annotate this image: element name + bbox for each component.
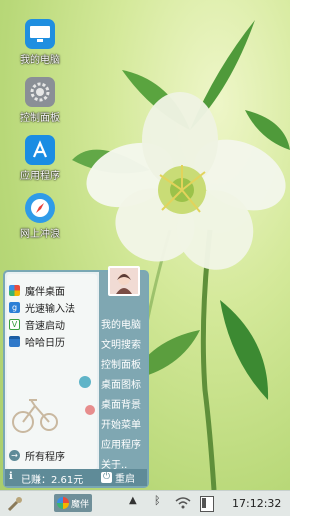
- shortcut-start-menu[interactable]: 开始菜单: [101, 416, 147, 431]
- compass-icon: [25, 193, 55, 223]
- restart-label: 重启: [115, 474, 135, 485]
- monitor-icon: [25, 19, 55, 49]
- calendar-icon: [9, 335, 20, 347]
- desktop-icon-my-computer[interactable]: 我的电脑: [12, 19, 68, 66]
- gear-icon: [25, 77, 55, 107]
- app-item-label: 魔伴桌面: [25, 286, 65, 298]
- arrow-right-icon: →: [9, 449, 20, 461]
- bluetooth-icon[interactable]: ᛒ: [154, 494, 161, 507]
- avatar[interactable]: [108, 266, 140, 296]
- desktop-icon-label: 网上冲浪: [20, 229, 60, 240]
- shortcut-applications[interactable]: 应用程序: [101, 436, 147, 451]
- bicycle-decoration-icon: [12, 399, 58, 433]
- restart-button[interactable]: ⏻ 重启: [101, 470, 135, 485]
- pinwheel-icon: [9, 284, 20, 296]
- info-icon: ℹ: [9, 471, 13, 482]
- desktop-icon-browser[interactable]: 网上冲浪: [12, 193, 68, 240]
- balloons-decoration-icon: [79, 376, 95, 415]
- app-item-launcher[interactable]: V 音速启动: [9, 316, 65, 332]
- shortcut-search[interactable]: 文明搜索: [101, 336, 147, 351]
- start-menu: 魔伴桌面 g 光速输入法 V 音速启动 哈哈日历 → 所有程序 我的电脑 文明搜…: [3, 266, 149, 488]
- all-programs-button[interactable]: → 所有程序: [9, 447, 65, 463]
- shortcut-control-panel[interactable]: 控制面板: [101, 356, 147, 371]
- desktop-icon-applications[interactable]: 应用程序: [12, 135, 68, 182]
- desktop-icon-control-panel[interactable]: 控制面板: [12, 77, 68, 124]
- battery-icon[interactable]: [199, 495, 215, 512]
- shortcut-desktop-icons[interactable]: 桌面图标: [101, 376, 147, 391]
- taskbar-start-label: 魔伴: [71, 499, 90, 510]
- app-item-label: 哈哈日历: [25, 337, 65, 349]
- app-item-calendar[interactable]: 哈哈日历: [9, 333, 65, 349]
- pinwheel-icon: [57, 497, 69, 509]
- shortcut-my-computer[interactable]: 我的电脑: [101, 316, 147, 331]
- desktop-icon-label: 应用程序: [20, 171, 60, 182]
- start-menu-footer: ℹ 已赚：2.61元 ⏻ 重启: [5, 469, 147, 486]
- wifi-icon[interactable]: [175, 496, 191, 510]
- app-item-moban-desktop[interactable]: 魔伴桌面: [9, 282, 65, 298]
- tray-expand-icon[interactable]: ▲: [129, 495, 137, 506]
- taskbar: 魔伴 ▲ ᛒ 17:12:32: [0, 490, 290, 516]
- power-icon: ⏻: [101, 472, 112, 483]
- app-item-label: 音速启动: [25, 320, 65, 332]
- desktop-icon-label: 控制面板: [20, 113, 60, 124]
- app-store-icon: [25, 135, 55, 165]
- app-item-input-method[interactable]: g 光速输入法: [9, 299, 75, 315]
- earned-label: 已赚：2.61元: [21, 475, 84, 486]
- desktop-icon-label: 我的电脑: [20, 55, 60, 66]
- shortcut-desktop-background[interactable]: 桌面背景: [101, 396, 147, 411]
- app-item-label: 光速输入法: [25, 303, 75, 315]
- tools-icon[interactable]: [6, 495, 24, 513]
- clock: 17:12:32: [232, 497, 282, 510]
- all-programs-label: 所有程序: [25, 451, 65, 463]
- v-launcher-icon: V: [9, 318, 20, 330]
- g-input-icon: g: [9, 301, 20, 313]
- taskbar-start-button[interactable]: 魔伴: [54, 494, 92, 512]
